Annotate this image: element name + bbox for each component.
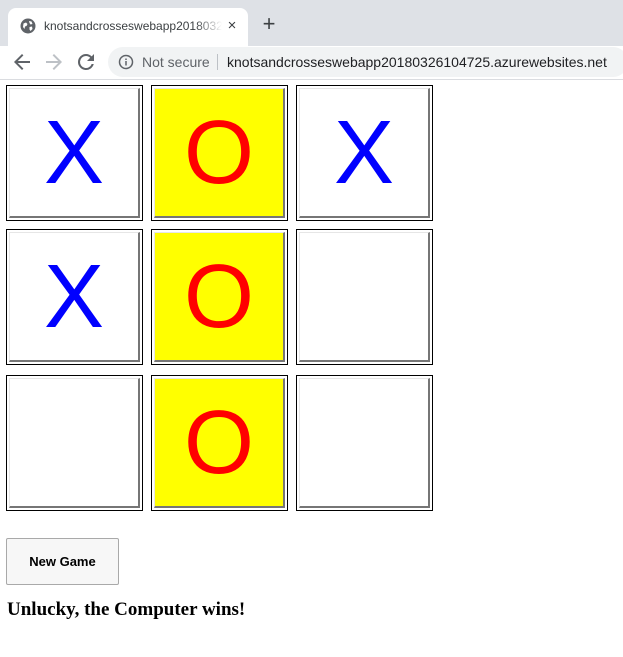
globe-icon xyxy=(20,18,36,34)
forward-arrow-icon[interactable] xyxy=(42,50,66,74)
url-text: knotsandcrosseswebapp20180326104725.azur… xyxy=(227,54,607,70)
cell-mark xyxy=(299,232,430,362)
info-icon[interactable] xyxy=(118,54,134,70)
board-cell-9[interactable] xyxy=(296,375,433,511)
browser-toolbar: Not secure knotsandcrosseswebapp20180326… xyxy=(0,46,623,80)
cell-mark: O xyxy=(154,88,285,218)
board-cell-8[interactable]: O xyxy=(151,375,288,511)
browser-tab[interactable]: knotsandcrosseswebapp20180326104725 × xyxy=(8,8,248,46)
game-result-message: Unlucky, the Computer wins! xyxy=(7,599,246,620)
cell-mark: X xyxy=(299,88,430,218)
tab-title: knotsandcrosseswebapp20180326104725 xyxy=(44,19,222,33)
board-cell-2[interactable]: O xyxy=(151,85,288,221)
game-board: X O X X O O xyxy=(6,85,442,523)
browser-tab-strip: knotsandcrosseswebapp20180326104725 × + xyxy=(0,0,623,46)
omnibox-divider xyxy=(217,54,218,70)
board-cell-5[interactable]: O xyxy=(151,229,288,365)
new-game-button[interactable]: New Game xyxy=(6,538,119,585)
address-bar[interactable]: Not secure knotsandcrosseswebapp20180326… xyxy=(108,47,623,77)
cell-mark: O xyxy=(154,378,285,508)
board-cell-1[interactable]: X xyxy=(6,85,143,221)
cell-mark: X xyxy=(9,88,140,218)
new-tab-button[interactable]: + xyxy=(258,13,280,35)
cell-mark xyxy=(299,378,430,508)
board-cell-4[interactable]: X xyxy=(6,229,143,365)
back-arrow-icon[interactable] xyxy=(10,50,34,74)
board-cell-7[interactable] xyxy=(6,375,143,511)
board-cell-6[interactable] xyxy=(296,229,433,365)
close-tab-icon[interactable]: × xyxy=(224,18,240,34)
cell-mark: X xyxy=(9,232,140,362)
board-cell-3[interactable]: X xyxy=(296,85,433,221)
reload-icon[interactable] xyxy=(74,50,98,74)
security-status: Not secure xyxy=(142,54,210,70)
cell-mark xyxy=(9,378,140,508)
cell-mark: O xyxy=(154,232,285,362)
